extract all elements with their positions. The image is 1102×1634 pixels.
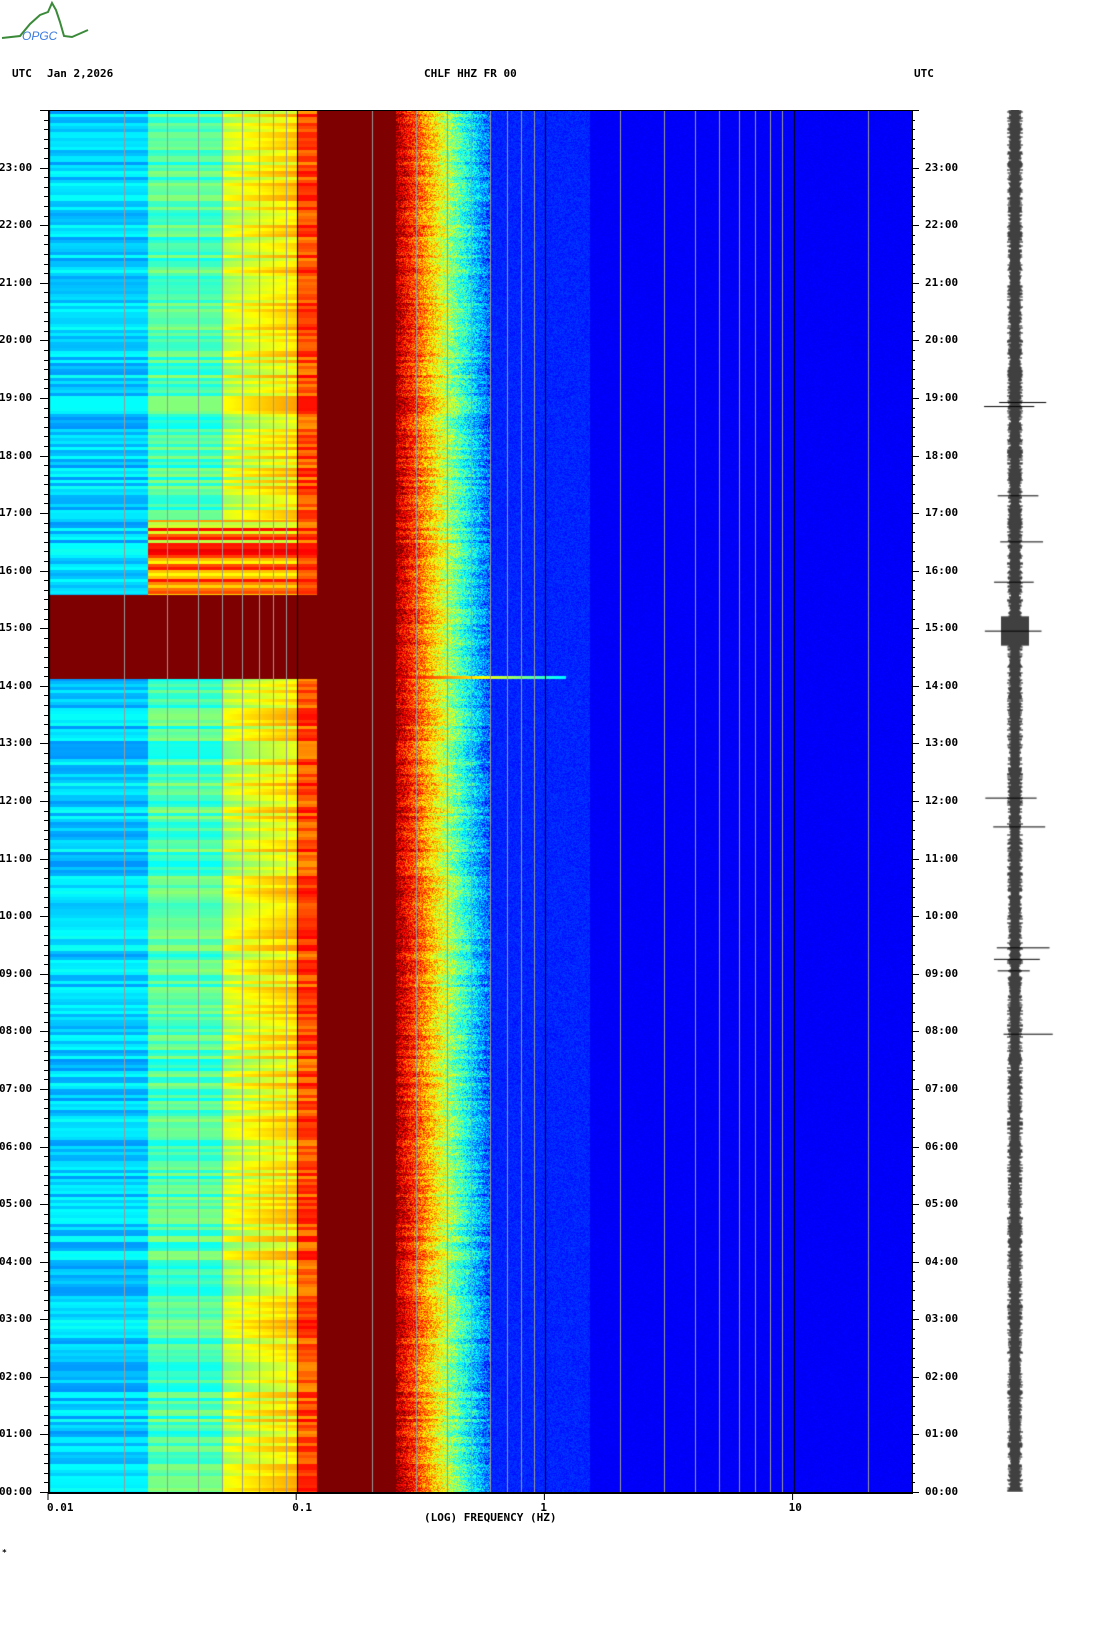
y-tick-label-left: 18:00 [0,448,33,462]
y-tick-label-left: 22:00 [0,218,33,232]
y-tick-label-left: 15:00 [0,621,33,635]
y-tick-label-left: 12:00 [0,794,33,807]
y-tick-label-right: 01:00 [925,1427,959,1441]
y-tick-label-right: 21:00 [925,275,959,289]
y-tick-label-left: 20:00 [0,333,33,347]
y-tick-label-right: 22:00 [925,218,959,232]
y-tick-label-left: 01:00 [0,1427,33,1441]
y-tick-label-left: 21:00 [0,275,33,289]
y-tick-label-right: 03:00 [925,1312,959,1326]
y-tick-label-right: 08:00 [925,1024,959,1038]
y-tick-label-right: 13:00 [925,736,959,750]
y-tick-label-left: 09:00 [0,966,33,980]
x-tick-label: 0.1 [292,1501,313,1514]
y-tick-label-right: 14:00 [925,678,959,692]
x-tick-label: 10 [788,1501,802,1514]
y-tick-label-right: 16:00 [925,563,959,577]
y-tick-label-left: 13:00 [0,736,33,750]
footer-mark: * [2,1548,7,1557]
y-tick-label-right: 05:00 [925,1197,959,1211]
y-tick-label-left: 06:00 [0,1139,33,1153]
y-tick-label-right: 02:00 [925,1369,959,1383]
x-axis-title: (LOG) FREQUENCY (HZ) [424,1511,557,1524]
y-tick-label-right: 06:00 [925,1139,959,1153]
y-tick-label-left: 08:00 [0,1024,33,1038]
y-tick-label-left: 10:00 [0,909,33,923]
y-tick-label-right: 00:00 [925,1485,959,1498]
y-tick-label-left: 05:00 [0,1197,33,1211]
y-tick-label-left: 16:00 [0,563,33,577]
y-tick-label-right: 15:00 [925,621,959,635]
y-tick-label-left: 17:00 [0,506,33,520]
y-tick-label-right: 11:00 [925,851,959,865]
y-tick-label-right: 18:00 [925,448,959,462]
chart-axes [40,110,919,1500]
y-tick-label-right: 09:00 [925,966,959,980]
y-tick-label-right: 23:00 [925,160,959,174]
y-tick-label-left: 02:00 [0,1369,33,1383]
y-tick-label-left: 19:00 [0,390,33,404]
y-tick-label-right: 07:00 [925,1081,959,1095]
x-tick-label: 0.01 [47,1501,74,1514]
y-tick-label-right: 17:00 [925,506,959,520]
y-tick-label-right: 19:00 [925,390,959,404]
y-tick-label-right: 20:00 [925,333,959,347]
y-tick-label-left: 11:00 [0,851,33,865]
y-tick-label-left: 00:00 [0,1485,33,1498]
y-tick-label-left: 14:00 [0,678,33,692]
y-tick-label-right: 10:00 [925,909,959,923]
y-tick-label-left: 03:00 [0,1312,33,1326]
y-tick-label-right: 12:00 [925,794,959,807]
y-tick-label-left: 04:00 [0,1254,33,1268]
y-tick-label-left: 07:00 [0,1081,33,1095]
y-tick-label-left: 23:00 [0,160,33,174]
y-tick-label-right: 04:00 [925,1254,959,1268]
